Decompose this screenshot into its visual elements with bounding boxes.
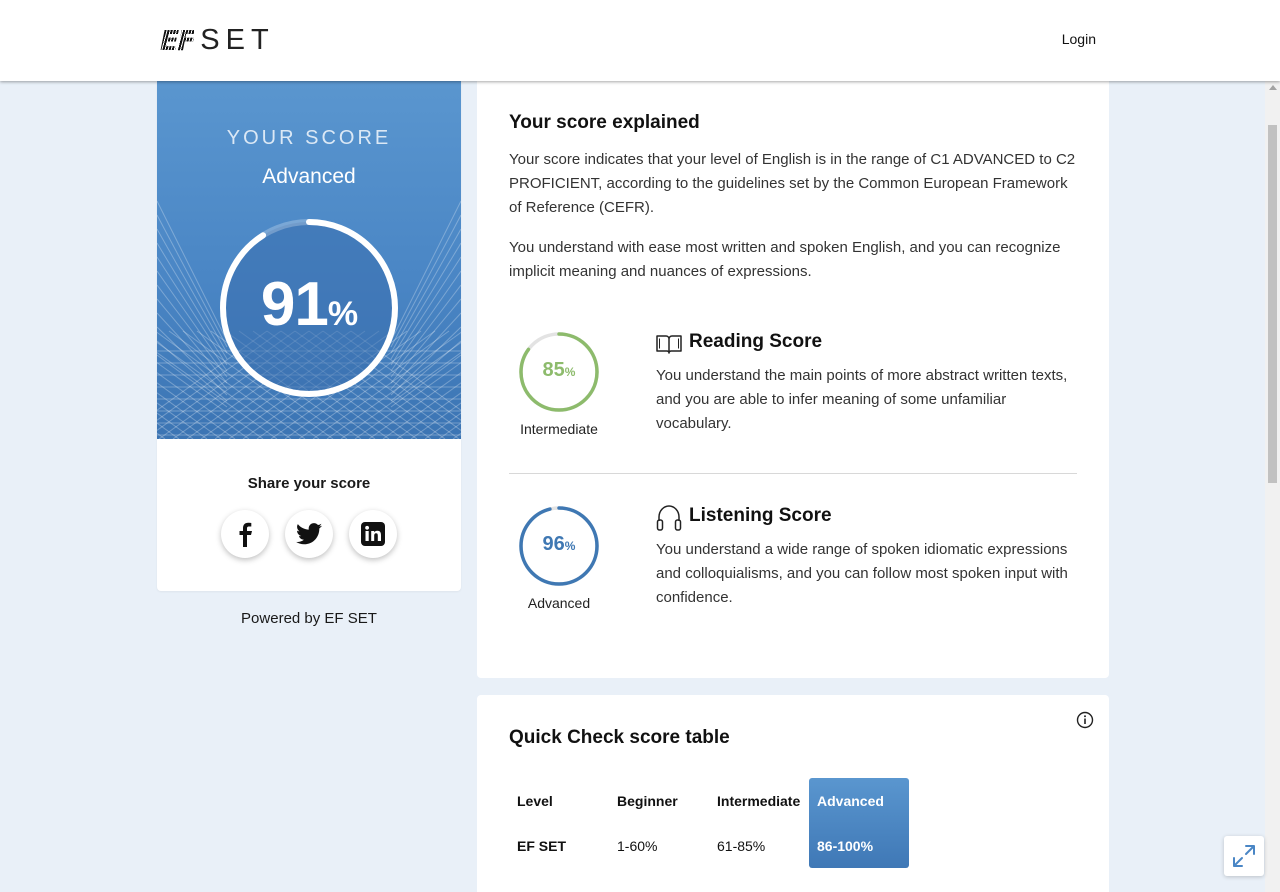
listening-description: You understand a wide range of spoken id… xyxy=(656,541,1068,606)
reading-description: You understand the main points of more a… xyxy=(656,367,1068,432)
login-link[interactable]: Login xyxy=(1062,31,1096,47)
score-number: 91 xyxy=(260,270,329,339)
score-explained-card: Your score explained Your score indicate… xyxy=(477,81,1109,678)
table-cell-advanced: 86-100% xyxy=(817,838,874,854)
scroll-thumb[interactable] xyxy=(1268,125,1277,483)
reading-score-unit: % xyxy=(564,365,576,379)
book-icon xyxy=(656,335,682,354)
listening-score-unit: % xyxy=(564,539,576,553)
table-header-beginner: Beginner xyxy=(617,793,678,809)
explained-paragraph-2: You understand with ease most written an… xyxy=(509,239,1061,280)
top-header: EF SET Login xyxy=(0,0,1280,81)
score-table-card: Quick Check score table Level Beginner I… xyxy=(477,695,1109,892)
reading-title: Reading Score xyxy=(689,331,823,352)
logo-set-text: SET xyxy=(200,23,275,56)
listening-score-value: 96% xyxy=(517,533,601,556)
listening-level: Advanced xyxy=(527,595,591,611)
info-icon[interactable] xyxy=(1076,711,1094,729)
facebook-share-button[interactable] xyxy=(221,510,269,558)
logo-ef-text: EF xyxy=(160,23,196,57)
headphones-icon xyxy=(656,505,682,531)
powered-by-text: Powered by EF SET xyxy=(241,610,377,627)
table-header-intermediate: Intermediate xyxy=(717,793,801,809)
explained-title: Your score explained xyxy=(509,112,700,133)
listening-title: Listening Score xyxy=(689,505,832,526)
expand-icon xyxy=(1233,845,1255,867)
score-table-title: Quick Check score table xyxy=(509,727,730,748)
score-banner: YOUR SCORE Advanced 91% xyxy=(157,81,461,439)
reading-score-number: 85 xyxy=(542,359,565,381)
explained-paragraph-1: Your score indicates that your level of … xyxy=(509,151,1076,216)
section-divider xyxy=(509,473,1077,474)
score-percent-sign: % xyxy=(327,295,358,333)
linkedin-share-button[interactable] xyxy=(349,510,397,558)
table-cell-beginner: 1-60% xyxy=(617,838,658,854)
reading-level: Intermediate xyxy=(520,421,598,437)
facebook-icon xyxy=(239,522,252,547)
reading-score-value: 85% xyxy=(517,359,601,382)
score-card: YOUR SCORE Advanced 91% Share your score xyxy=(157,81,461,591)
table-row-label: EF SET xyxy=(517,838,567,854)
share-label: Share your score xyxy=(247,475,371,492)
table-header-level: Level xyxy=(517,793,553,809)
overall-level: Advanced xyxy=(262,165,356,188)
ef-set-logo[interactable]: EF SET xyxy=(160,23,275,57)
table-cell-intermediate: 61-85% xyxy=(717,838,766,854)
overall-score-value: 91% xyxy=(157,269,461,340)
scroll-up-arrow-icon[interactable] xyxy=(1269,85,1277,90)
highlighted-level-column xyxy=(809,778,909,868)
page-scrollbar[interactable] xyxy=(1265,81,1280,892)
expand-fullscreen-button[interactable] xyxy=(1224,836,1264,876)
linkedin-icon xyxy=(361,522,385,546)
table-header-advanced: Advanced xyxy=(817,793,884,809)
your-score-heading: YOUR SCORE xyxy=(226,127,392,149)
twitter-icon xyxy=(296,523,322,545)
listening-score-number: 96 xyxy=(542,533,565,555)
twitter-share-button[interactable] xyxy=(285,510,333,558)
